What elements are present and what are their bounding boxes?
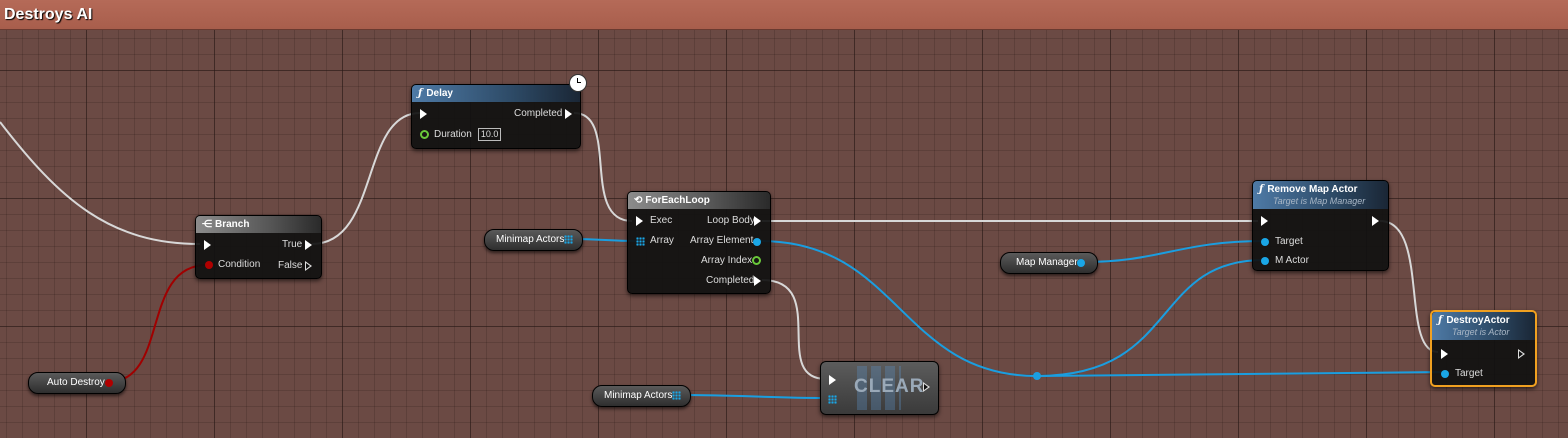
map-manager-pin[interactable] [1077, 259, 1085, 267]
delay-completed-pin[interactable] [565, 109, 572, 119]
remove-mactor-label: M Actor [1275, 255, 1309, 266]
foreach-array-pin[interactable] [636, 237, 645, 246]
branch-exec-in-pin[interactable] [204, 240, 211, 250]
loop-icon: ⟲ [634, 195, 643, 206]
minimap-actors-label: Minimap Actors [604, 390, 673, 401]
auto-destroy-getter[interactable]: Auto Destroy [28, 372, 126, 394]
delay-duration-pin[interactable] [420, 130, 429, 139]
auto-destroy-pin[interactable] [105, 379, 113, 387]
wire-exec-incoming [0, 121, 201, 245]
remove-exec-in-pin[interactable] [1261, 216, 1268, 226]
delay-node[interactable]: ƒ Delay Completed Duration 10.0 [411, 84, 581, 149]
reroute-node [1033, 372, 1041, 380]
wire-exec-completed-to-clear [761, 279, 827, 380]
branch-header: ⋲ Branch [196, 216, 321, 233]
wire-autodestroy-to-condition [107, 264, 208, 383]
delay-title: Delay [426, 88, 453, 99]
minimap-actors-pin[interactable] [672, 391, 681, 400]
remove-exec-out-pin[interactable] [1372, 216, 1379, 226]
blueprint-graph-canvas[interactable]: Destroys AI ƒ Delay Completed Duration 1… [0, 0, 1568, 438]
foreach-completed-pin[interactable] [754, 276, 761, 286]
destroy-exec-in-pin[interactable] [1441, 349, 1448, 359]
foreach-element-pin[interactable] [753, 238, 761, 246]
wire-exec-delay-to-foreach [573, 112, 633, 222]
foreach-completed-label: Completed [706, 275, 755, 286]
branch-icon: ⋲ [202, 219, 212, 230]
map-manager-getter[interactable]: Map Manager [1000, 252, 1098, 274]
destroy-actor-title: DestroyActor [1446, 315, 1510, 326]
wire-reroute-to-destroy-target [1036, 371, 1445, 377]
wire-exec-branch-true-to-delay [311, 112, 421, 245]
destroy-exec-out-pin[interactable] [1518, 349, 1525, 359]
foreach-node[interactable]: ⟲ ForEachLoop Exec Loop Body Array Array … [627, 191, 771, 294]
foreach-index-label: Array Index [701, 255, 753, 266]
minimap-actors-getter-2[interactable]: Minimap Actors [592, 385, 691, 407]
function-icon: ƒ [418, 88, 423, 99]
foreach-title: ForEachLoop [645, 195, 710, 206]
destroy-actor-node[interactable]: ƒ DestroyActor Target is Actor Target [1430, 310, 1537, 387]
remove-mactor-pin[interactable] [1261, 257, 1269, 265]
foreach-loopbody-label: Loop Body [707, 215, 755, 226]
clear-array-pin[interactable] [828, 395, 837, 404]
minimap-actors-getter-1[interactable]: Minimap Actors [484, 229, 583, 251]
foreach-element-label: Array Element [690, 235, 754, 246]
auto-destroy-label: Auto Destroy [47, 377, 105, 388]
function-icon: ƒ [1259, 184, 1264, 195]
destroy-actor-header: ƒ DestroyActor Target is Actor [1432, 312, 1535, 340]
branch-true-label: True [282, 239, 303, 250]
branch-condition-pin[interactable] [205, 261, 213, 269]
branch-condition-label: Condition [218, 259, 261, 270]
delay-duration-label: Duration [434, 129, 472, 140]
remove-map-actor-node[interactable]: ƒ Remove Map Actor Target is Map Manager … [1252, 180, 1389, 271]
minimap-actors-pin[interactable] [564, 235, 573, 244]
branch-false-label: False [278, 260, 303, 271]
clear-exec-in-pin[interactable] [829, 375, 836, 385]
wire-reroute-to-mactor [1036, 259, 1265, 377]
destroy-target-label: Target [1455, 368, 1483, 379]
branch-true-pin[interactable] [305, 240, 312, 250]
remove-target-label: Target [1275, 236, 1303, 247]
map-manager-label: Map Manager [1016, 257, 1078, 268]
destroy-actor-subtitle: Target is Actor [1452, 327, 1510, 337]
remove-map-actor-subtitle: Target is Map Manager [1273, 196, 1366, 206]
foreach-header: ⟲ ForEachLoop [628, 192, 770, 209]
foreach-exec-in-pin[interactable] [636, 216, 643, 226]
branch-node[interactable]: ⋲ Branch True Condition False [195, 215, 322, 279]
foreach-loopbody-pin[interactable] [754, 216, 761, 226]
wire-element-to-reroute [759, 240, 1038, 377]
foreach-array-label: Array [650, 235, 674, 246]
wire-mapmanager-to-target [1083, 240, 1265, 263]
remove-target-pin[interactable] [1261, 238, 1269, 246]
delay-duration-row: Duration 10.0 [434, 128, 502, 141]
destroy-target-pin[interactable] [1441, 370, 1449, 378]
branch-false-pin[interactable] [305, 261, 312, 271]
clear-node[interactable]: CLEAR [820, 361, 939, 415]
clock-icon [569, 74, 587, 92]
foreach-exec-label: Exec [650, 215, 673, 226]
remove-map-actor-header: ƒ Remove Map Actor Target is Map Manager [1253, 181, 1388, 209]
function-icon: ƒ [1438, 315, 1443, 326]
wire-minimap-to-clear [679, 394, 827, 399]
delay-completed-label: Completed [514, 108, 563, 119]
branch-title: Branch [215, 219, 250, 230]
delay-header: ƒ Delay [412, 85, 580, 102]
clear-label: CLEAR [854, 376, 925, 397]
minimap-actors-label: Minimap Actors [496, 234, 565, 245]
delay-exec-in-pin[interactable] [420, 109, 427, 119]
clear-exec-out-pin[interactable] [923, 382, 930, 392]
remove-map-actor-title: Remove Map Actor [1267, 184, 1358, 195]
delay-duration-input[interactable]: 10.0 [477, 128, 502, 141]
foreach-index-pin[interactable] [752, 256, 761, 265]
